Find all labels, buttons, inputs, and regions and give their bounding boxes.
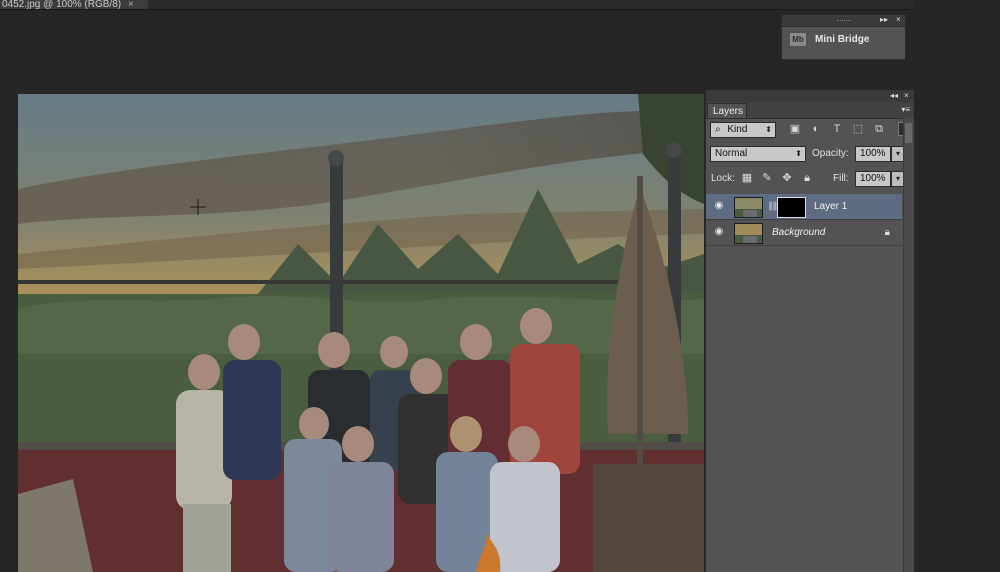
panel-menu-icon[interactable]: ▾≡ (901, 105, 910, 114)
layer-name: Layer 1 (814, 201, 848, 212)
scrollbar-thumb[interactable] (905, 123, 912, 143)
fill-label: Fill: (833, 173, 849, 184)
layer-filter-row: ⌕ Kind ⬍ ▣ ◐ T ⬚ ⧉ (706, 122, 906, 138)
search-icon: ⌕ (715, 124, 721, 135)
opacity-input[interactable]: 100% (855, 146, 891, 162)
mini-bridge-header[interactable]: ▸▸ × (782, 15, 905, 27)
blend-mode-value: Normal (715, 148, 748, 159)
lock-icon: 🔒︎ (884, 227, 890, 238)
layers-panel-header[interactable]: ◂◂ × (706, 90, 914, 102)
chevron-updown-icon: ⬍ (795, 149, 802, 158)
close-panel-icon[interactable]: × (904, 91, 909, 101)
lock-image-pixels-icon[interactable]: ✎ (760, 171, 774, 185)
lock-fill-row: Lock: ▦ ✎ ✥ 🔒︎ Fill: 100% ▾ (706, 171, 905, 187)
image-filter-icon[interactable]: ▣ (788, 122, 802, 136)
lock-position-icon[interactable]: ✥ (780, 171, 794, 185)
mini-bridge-button[interactable]: Mb Mini Bridge (782, 27, 905, 52)
document-tab[interactable]: 0452.jpg @ 100% (RGB/8) × (0, 0, 150, 10)
close-panel-icon[interactable]: × (896, 15, 901, 25)
lock-all-icon[interactable]: 🔒︎ (800, 171, 814, 185)
opacity-label: Opacity: (812, 148, 849, 159)
collapse-panel-icon[interactable]: ▸▸ (880, 15, 888, 25)
filter-kind-label: Kind (727, 124, 748, 135)
lock-label: Lock: (711, 173, 735, 184)
eye-visibility-icon[interactable]: ◉ (712, 200, 726, 212)
mini-bridge-label: Mini Bridge (815, 34, 870, 45)
mini-bridge-panel: ▸▸ × Mb Mini Bridge (781, 14, 906, 60)
panel-grip[interactable] (837, 20, 851, 23)
layer-thumbnail (734, 197, 763, 218)
layer-row-background[interactable]: ◉ Background 🔒︎ (706, 220, 902, 246)
tab-strip (148, 0, 1000, 10)
layers-panel-tabs: Layers ▾≡ (706, 102, 914, 119)
mini-bridge-icon: Mb (790, 33, 806, 46)
lock-transparent-pixels-icon[interactable]: ▦ (740, 171, 754, 185)
filter-kind-select[interactable]: ⌕ Kind ⬍ (710, 122, 776, 138)
blend-opacity-row: Normal ⬍ Opacity: 100% ▾ (706, 146, 905, 162)
layer-name: Background (772, 227, 826, 238)
layer-thumbnail (734, 223, 763, 244)
adjustment-filter-icon[interactable]: ◐ (809, 122, 823, 136)
layer-row-layer-1[interactable]: ◉ ⛓︎ Layer 1 (706, 194, 902, 220)
chevron-updown-icon: ⬍ (765, 125, 772, 134)
layer-mask-thumbnail[interactable] (777, 197, 806, 218)
blend-mode-select[interactable]: Normal ⬍ (710, 146, 806, 162)
shape-filter-icon[interactable]: ⬚ (851, 122, 865, 136)
type-filter-icon[interactable]: T (830, 122, 844, 136)
document-canvas[interactable] (18, 94, 704, 572)
photo-image (18, 94, 704, 572)
tab-layers[interactable]: Layers (707, 103, 747, 118)
close-document-icon[interactable]: × (128, 0, 134, 9)
collapse-panel-icon[interactable]: ◂◂ (890, 91, 898, 101)
smart-object-filter-icon[interactable]: ⧉ (872, 122, 886, 136)
workspace-background (914, 0, 1000, 572)
eye-visibility-icon[interactable]: ◉ (712, 226, 726, 238)
layers-scrollbar[interactable] (903, 118, 914, 572)
document-tab-title: 0452.jpg @ 100% (RGB/8) (2, 0, 122, 10)
layers-panel: ◂◂ × Layers ▾≡ ⌕ Kind ⬍ ▣ ◐ T ⬚ ⧉ Normal… (705, 90, 914, 572)
fill-input[interactable]: 100% (855, 171, 891, 187)
